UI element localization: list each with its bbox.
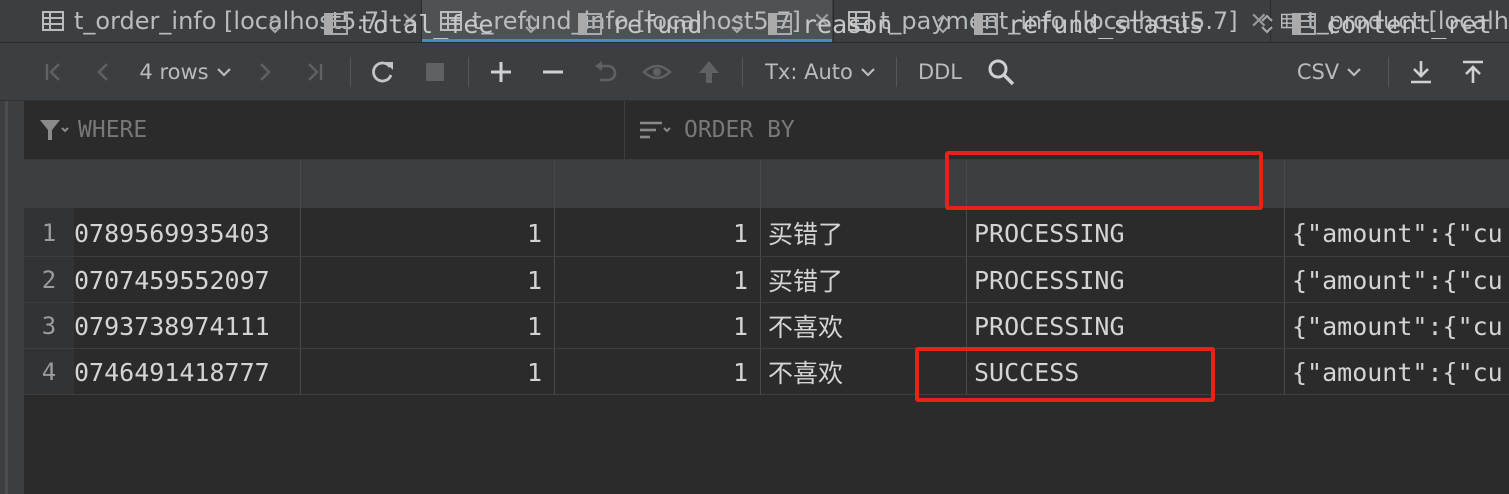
first-page-icon[interactable] <box>36 43 70 100</box>
cell-refund[interactable]: 1 <box>554 349 760 395</box>
order-by-label: ORDER BY <box>684 117 795 143</box>
column-header-content-return[interactable]: content_ret <box>1292 0 1509 48</box>
column-label: refund <box>612 9 703 39</box>
cell-refund-status[interactable]: PROCESSING <box>974 303 1284 349</box>
row-number: 4 <box>41 358 57 386</box>
where-filter[interactable]: WHERE <box>38 101 147 159</box>
cell-total-fee[interactable]: 1 <box>300 210 554 256</box>
where-label: WHERE <box>78 117 148 143</box>
ddl-label: DDL <box>917 59 963 84</box>
revert-icon[interactable] <box>588 43 622 100</box>
submit-icon[interactable] <box>692 43 726 100</box>
last-page-icon[interactable] <box>298 43 332 100</box>
row-number: 1 <box>41 219 57 247</box>
rows-count-label: 4 rows <box>139 59 209 84</box>
highlight-box-success-cell <box>915 347 1215 402</box>
highlight-box-refund-status-header <box>945 151 1263 210</box>
sort-icon[interactable] <box>524 0 538 48</box>
search-icon[interactable] <box>984 43 1018 100</box>
stop-icon[interactable] <box>420 43 450 100</box>
cell-total-fee[interactable]: 1 <box>300 349 554 395</box>
sort-icon[interactable] <box>730 0 744 48</box>
cell-id[interactable]: 0746491418777 <box>74 349 300 395</box>
export-format-dropdown[interactable]: CSV <box>1290 43 1370 100</box>
column-header-refund-status[interactable]: refund_status <box>974 0 1284 48</box>
column-icon <box>1292 13 1316 35</box>
download-icon[interactable] <box>1404 43 1438 100</box>
upload-icon[interactable] <box>1456 43 1490 100</box>
column-header-reason[interactable]: reason <box>768 0 966 48</box>
add-row-icon[interactable] <box>484 43 518 100</box>
column-icon <box>578 13 602 35</box>
cell-total-fee[interactable]: 1 <box>300 257 554 303</box>
table-header <box>24 160 1509 208</box>
column-header-refund[interactable]: refund <box>578 0 760 48</box>
transaction-mode-dropdown[interactable]: Tx: Auto <box>762 43 880 100</box>
gutter-scroll-track <box>5 101 8 494</box>
filter-divider <box>624 101 625 159</box>
cell-refund-status[interactable]: PROCESSING <box>974 257 1284 303</box>
sort-icon[interactable] <box>268 0 282 48</box>
column-icon <box>768 13 792 35</box>
cell-refund[interactable]: 1 <box>554 210 760 256</box>
row-number: 2 <box>41 266 57 294</box>
cell-refund[interactable]: 1 <box>554 303 760 349</box>
column-label: total_fee <box>358 9 494 39</box>
column-icon <box>324 13 348 35</box>
row-divider <box>24 394 1509 395</box>
data-toolbar: 4 rows Tx: Auto DDL CSV <box>0 43 1509 101</box>
cell-content-return[interactable]: {"amount":{"cu <box>1292 303 1509 349</box>
sort-icon[interactable] <box>1260 0 1274 48</box>
preview-changes-icon[interactable] <box>640 43 674 100</box>
cell-id[interactable]: 0707459552097 <box>74 257 300 303</box>
chevron-down-icon <box>1347 67 1361 77</box>
order-by-filter[interactable]: ORDER BY <box>638 101 795 159</box>
sort-icon[interactable] <box>936 0 950 48</box>
cell-content-return[interactable]: {"amount":{"cu <box>1292 210 1509 256</box>
cell-content-return[interactable]: {"amount":{"cu <box>1292 349 1509 395</box>
column-label: refund_status <box>1008 9 1204 39</box>
refresh-icon[interactable] <box>366 43 400 100</box>
cell-id[interactable]: 0793738974111 <box>74 303 300 349</box>
column-label: content_ret <box>1326 9 1492 39</box>
column-header-id[interactable] <box>74 0 300 48</box>
filter-icon <box>40 120 69 140</box>
cell-total-fee[interactable]: 1 <box>300 303 554 349</box>
row-number: 3 <box>41 312 57 340</box>
filter-bar: WHERE ORDER BY <box>24 101 1509 160</box>
cell-id[interactable]: 0789569935403 <box>74 210 300 256</box>
chevron-down-icon <box>861 67 875 77</box>
next-page-icon[interactable] <box>250 43 280 100</box>
ddl-button[interactable]: DDL <box>912 43 968 100</box>
cell-reason[interactable]: 买错了 <box>768 257 966 303</box>
sort-icon <box>640 121 671 139</box>
chevron-down-icon <box>216 67 231 77</box>
delete-row-icon[interactable] <box>536 43 570 100</box>
column-label: reason <box>802 9 893 39</box>
cell-content-return[interactable]: {"amount":{"cu <box>1292 257 1509 303</box>
left-gutter <box>0 101 24 494</box>
column-header-total-fee[interactable]: total_fee <box>324 0 554 48</box>
table-icon <box>42 11 64 31</box>
column-icon <box>974 13 998 35</box>
cell-refund[interactable]: 1 <box>554 257 760 303</box>
cell-reason[interactable]: 买错了 <box>768 210 966 256</box>
rows-count-dropdown[interactable]: 4 rows <box>136 43 236 100</box>
cell-reason[interactable]: 不喜欢 <box>768 303 966 349</box>
previous-page-icon[interactable] <box>88 43 118 100</box>
cell-refund-status[interactable]: PROCESSING <box>974 210 1284 256</box>
export-format-label: CSV <box>1296 59 1340 84</box>
transaction-mode-label: Tx: Auto <box>765 59 853 84</box>
